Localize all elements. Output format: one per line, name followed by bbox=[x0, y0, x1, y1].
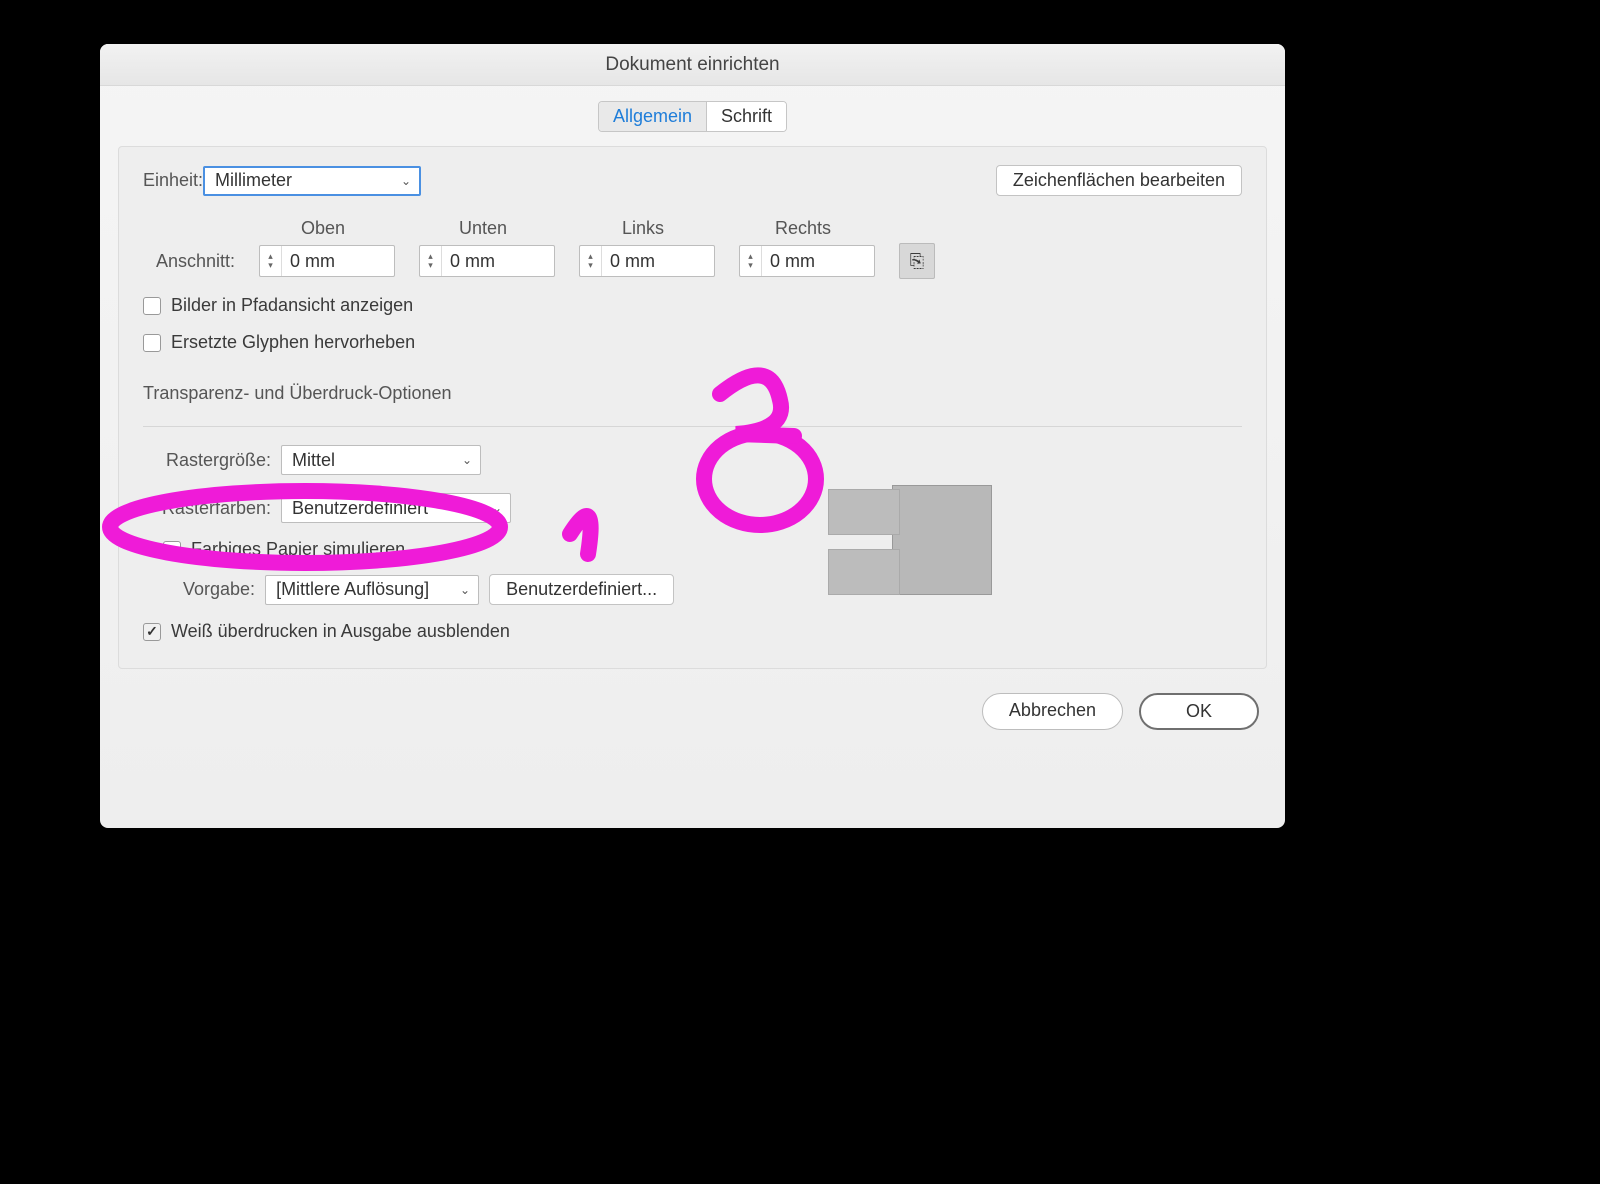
chevron-down-icon: ⌄ bbox=[460, 583, 470, 597]
images-outline-checkbox[interactable] bbox=[143, 297, 161, 315]
bleed-left-value: 0 mm bbox=[602, 251, 655, 272]
swatch-small-1[interactable] bbox=[828, 489, 900, 535]
stepper-icon[interactable]: ▴▾ bbox=[580, 246, 602, 276]
dialog-title: Dokument einrichten bbox=[100, 44, 1285, 86]
chevron-down-icon: ⌄ bbox=[462, 453, 472, 467]
discard-white-checkbox[interactable] bbox=[143, 623, 161, 641]
bleed-right-value: 0 mm bbox=[762, 251, 815, 272]
stepper-icon[interactable]: ▴▾ bbox=[420, 246, 442, 276]
bleed-header-bottom: Unten bbox=[415, 218, 551, 239]
tab-type[interactable]: Schrift bbox=[706, 102, 786, 131]
preset-value: [Mittlere Auflösung] bbox=[276, 579, 429, 600]
color-swatch-preview bbox=[792, 485, 992, 601]
highlight-glyphs-checkbox[interactable] bbox=[143, 334, 161, 352]
preset-label: Vorgabe: bbox=[183, 579, 255, 600]
chevron-down-icon: ⌄ bbox=[401, 174, 411, 188]
link-values-button[interactable]: ⎘ bbox=[899, 243, 935, 279]
grid-size-label: Rastergröße: bbox=[143, 450, 271, 471]
grid-size-select[interactable]: Mittel ⌄ bbox=[281, 445, 481, 475]
unit-select-value: Millimeter bbox=[215, 170, 292, 191]
bleed-top-value: 0 mm bbox=[282, 251, 335, 272]
swatch-large[interactable] bbox=[892, 485, 992, 595]
bleed-bottom-input[interactable]: ▴▾ 0 mm bbox=[419, 245, 555, 277]
unit-select[interactable]: Millimeter ⌄ bbox=[203, 166, 421, 196]
swatch-small-2[interactable] bbox=[828, 549, 900, 595]
unit-label: Einheit: bbox=[143, 170, 203, 191]
grid-size-value: Mittel bbox=[292, 450, 335, 471]
stepper-icon[interactable]: ▴▾ bbox=[260, 246, 282, 276]
ok-button[interactable]: OK bbox=[1139, 693, 1259, 730]
simulate-paper-checkbox[interactable] bbox=[163, 541, 181, 559]
link-icon: ⎘ bbox=[910, 251, 924, 272]
bleed-header-left: Links bbox=[575, 218, 711, 239]
custom-preset-button[interactable]: Benutzerdefiniert... bbox=[489, 574, 674, 605]
bleed-bottom-value: 0 mm bbox=[442, 251, 495, 272]
tab-general[interactable]: Allgemein bbox=[599, 102, 706, 131]
edit-artboards-button[interactable]: Zeichenflächen bearbeiten bbox=[996, 165, 1242, 196]
grid-colors-select[interactable]: Benutzerdefiniert ⌄ bbox=[281, 493, 511, 523]
bleed-top-input[interactable]: ▴▾ 0 mm bbox=[259, 245, 395, 277]
grid-colors-label: Rasterfarben: bbox=[143, 498, 271, 519]
bleed-right-input[interactable]: ▴▾ 0 mm bbox=[739, 245, 875, 277]
settings-panel: Einheit: Millimeter ⌄ Zeichenflächen bea… bbox=[118, 146, 1267, 669]
section-divider bbox=[143, 426, 1242, 427]
bleed-header-top: Oben bbox=[255, 218, 391, 239]
stepper-icon[interactable]: ▴▾ bbox=[740, 246, 762, 276]
dialog-window: Dokument einrichten Allgemein Schrift Ei… bbox=[100, 44, 1285, 828]
preset-select[interactable]: [Mittlere Auflösung] ⌄ bbox=[265, 575, 479, 605]
discard-white-label: Weiß überdrucken in Ausgabe ausblenden bbox=[171, 621, 510, 642]
chevron-down-icon: ⌄ bbox=[492, 501, 502, 515]
bleed-header-right: Rechts bbox=[735, 218, 871, 239]
grid-colors-value: Benutzerdefiniert bbox=[292, 498, 428, 519]
tab-group: Allgemein Schrift bbox=[100, 86, 1285, 146]
transparency-section-title: Transparenz- und Überdruck-Optionen bbox=[143, 383, 1242, 404]
images-outline-label: Bilder in Pfadansicht anzeigen bbox=[171, 295, 413, 316]
bleed-label: Anschnitt: bbox=[143, 251, 235, 272]
cancel-button[interactable]: Abbrechen bbox=[982, 693, 1123, 730]
bleed-left-input[interactable]: ▴▾ 0 mm bbox=[579, 245, 715, 277]
highlight-glyphs-label: Ersetzte Glyphen hervorheben bbox=[171, 332, 415, 353]
simulate-paper-label: Farbiges Papier simulieren bbox=[191, 539, 405, 560]
